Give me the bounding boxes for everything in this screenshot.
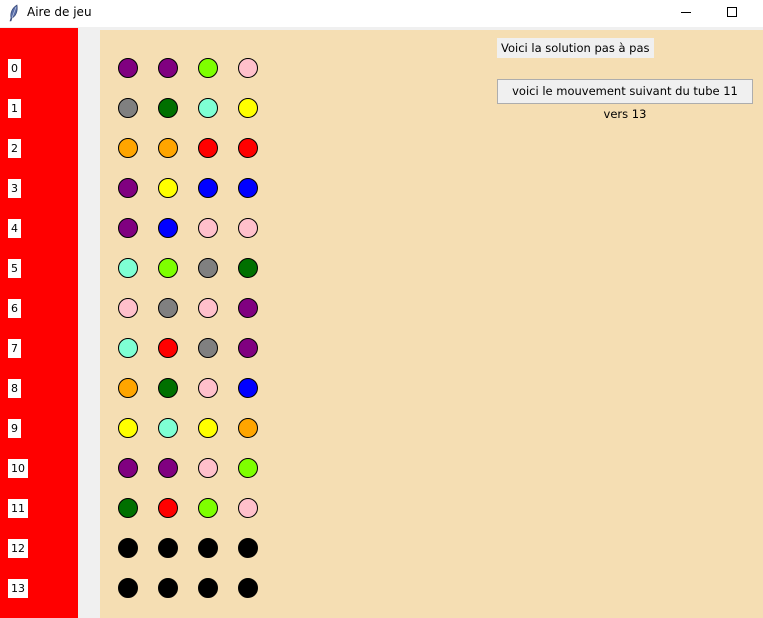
title-bar: Aire de jeu — [0, 0, 763, 27]
ball[interactable] — [238, 258, 258, 278]
ball[interactable] — [198, 58, 218, 78]
ball[interactable] — [198, 578, 218, 598]
tube-label: 0 — [8, 59, 21, 78]
tube-label: 9 — [8, 419, 21, 438]
ball[interactable] — [118, 98, 138, 118]
ball[interactable] — [198, 218, 218, 238]
ball[interactable] — [158, 418, 178, 438]
ball[interactable] — [198, 98, 218, 118]
maximize-button[interactable] — [709, 0, 755, 27]
ball[interactable] — [158, 298, 178, 318]
ball[interactable] — [118, 458, 138, 478]
ball[interactable] — [158, 578, 178, 598]
ball[interactable] — [238, 58, 258, 78]
ball[interactable] — [238, 578, 258, 598]
ball[interactable] — [158, 178, 178, 198]
ball[interactable] — [158, 378, 178, 398]
ball[interactable] — [118, 578, 138, 598]
ball[interactable] — [238, 538, 258, 558]
ball[interactable] — [118, 498, 138, 518]
tube-label: 13 — [8, 579, 28, 598]
ball[interactable] — [238, 138, 258, 158]
ball[interactable] — [198, 338, 218, 358]
tube-label: 4 — [8, 219, 21, 238]
maximize-icon — [727, 7, 737, 17]
ball[interactable] — [158, 338, 178, 358]
solution-info-label: Voici la solution pas à pas — [497, 38, 654, 58]
ball[interactable] — [238, 378, 258, 398]
ball[interactable] — [238, 218, 258, 238]
ball[interactable] — [118, 378, 138, 398]
ball[interactable] — [238, 418, 258, 438]
ball[interactable] — [118, 418, 138, 438]
ball[interactable] — [118, 138, 138, 158]
next-move-button[interactable]: voici le mouvement suivant du tube 11 ve… — [497, 79, 753, 121]
tube-label: 12 — [8, 539, 28, 558]
ball[interactable] — [238, 298, 258, 318]
ball[interactable] — [238, 178, 258, 198]
ball[interactable] — [118, 298, 138, 318]
tube-label: 7 — [8, 339, 21, 358]
ball[interactable] — [158, 458, 178, 478]
minimize-button[interactable] — [663, 0, 709, 27]
ball[interactable] — [158, 98, 178, 118]
ball[interactable] — [198, 418, 218, 438]
ball[interactable] — [238, 98, 258, 118]
ball[interactable] — [198, 178, 218, 198]
ball[interactable] — [158, 538, 178, 558]
ball[interactable] — [198, 498, 218, 518]
ball[interactable] — [158, 138, 178, 158]
ball[interactable] — [198, 258, 218, 278]
window-title: Aire de jeu — [27, 5, 92, 19]
ball[interactable] — [158, 58, 178, 78]
ball[interactable] — [118, 58, 138, 78]
ball[interactable] — [158, 218, 178, 238]
ball[interactable] — [118, 178, 138, 198]
tube-label: 1 — [8, 99, 21, 118]
ball[interactable] — [118, 338, 138, 358]
ball[interactable] — [118, 258, 138, 278]
tube-label: 5 — [8, 259, 21, 278]
ball[interactable] — [158, 258, 178, 278]
game-window: Aire de jeu 0 1 2 3 4 5 6 7 8 9 10 11 12 13 Voici la … — [0, 0, 763, 618]
ball[interactable] — [238, 338, 258, 358]
ball[interactable] — [158, 498, 178, 518]
ball[interactable] — [118, 538, 138, 558]
ball[interactable] — [238, 458, 258, 478]
tube-label: 8 — [8, 379, 21, 398]
ball[interactable] — [198, 378, 218, 398]
feather-icon — [9, 4, 18, 22]
tube-label: 11 — [8, 499, 28, 518]
ball[interactable] — [118, 218, 138, 238]
ball[interactable] — [198, 138, 218, 158]
tube-label: 2 — [8, 139, 21, 158]
ball[interactable] — [198, 458, 218, 478]
game-board — [100, 30, 763, 618]
minimize-icon — [681, 12, 691, 13]
tube-label: 10 — [8, 459, 28, 478]
ball[interactable] — [198, 538, 218, 558]
ball[interactable] — [198, 298, 218, 318]
tube-label: 3 — [8, 179, 21, 198]
ball[interactable] — [238, 498, 258, 518]
tube-label-sidebar: 0 1 2 3 4 5 6 7 8 9 10 11 12 13 — [0, 28, 78, 618]
tube-label: 6 — [8, 299, 21, 318]
